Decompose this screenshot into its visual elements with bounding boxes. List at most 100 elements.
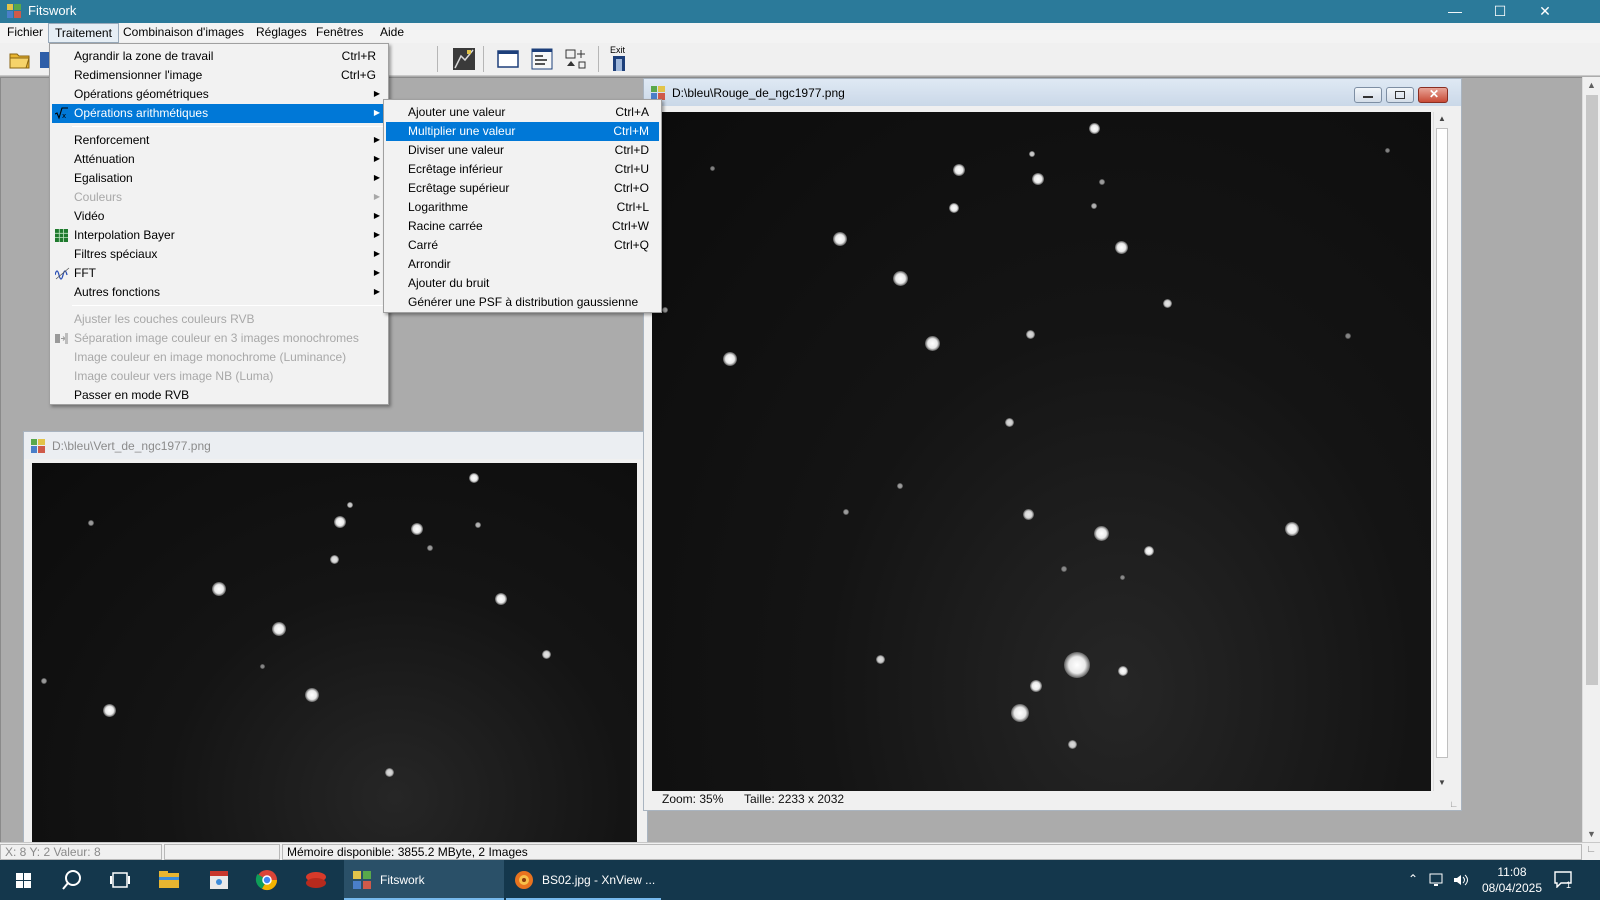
traitement-item-video[interactable]: Vidéo ▶	[52, 207, 386, 226]
windows-start-icon[interactable]	[10, 860, 38, 900]
scroll-up-arrow-icon[interactable]: ▲	[1438, 114, 1446, 123]
scroll-down-arrow-icon[interactable]: ▼	[1438, 778, 1446, 787]
traitement-item-agrandir-la-zone-de-travail[interactable]: Agrandir la zone de travail Ctrl+R	[52, 47, 386, 66]
arith-item-multiplier-une-valeur[interactable]: Multiplier une valeur Ctrl+M	[386, 122, 659, 141]
rouge-image-window[interactable]: D:\bleu\Rouge_de_ngc1977.png ✕ ▲ ▼ Zoom:…	[643, 78, 1462, 811]
menu-item-label: Arrondir	[408, 257, 451, 271]
volume-icon[interactable]	[1452, 872, 1470, 888]
rouge-star-image[interactable]	[652, 112, 1431, 791]
menu-traitement[interactable]: Traitement	[48, 23, 119, 43]
workspace-vertical-scrollbar[interactable]: ▲ ▼	[1582, 77, 1600, 842]
arith-item-ecretage-superieur[interactable]: Ecrêtage supérieur Ctrl+O	[386, 179, 659, 198]
child-close-button[interactable]: ✕	[1418, 87, 1448, 103]
menu-item-label: Egalisation	[74, 171, 133, 185]
traitement-item-redimensionner-l-image[interactable]: Redimensionner l'image Ctrl+G	[52, 66, 386, 85]
arith-item-arrondir[interactable]: Arrondir	[386, 255, 659, 274]
scrollbar-thumb[interactable]	[1436, 128, 1448, 758]
traitement-item-ajuster-les-couches-couleurs-rvb: Ajuster les couches couleurs RVB	[52, 310, 386, 329]
vert-image-window[interactable]: D:\bleu\Vert_de_ngc1977.png	[23, 431, 648, 856]
status-bar: X: 8 Y: 2 Valeur: 8 Mémoire disponible: …	[0, 842, 1600, 860]
scroll-down-arrow-icon[interactable]: ▼	[1587, 829, 1596, 839]
star-point	[1029, 151, 1035, 157]
arith-item-ajouter-une-valeur[interactable]: Ajouter une valeur Ctrl+A	[386, 103, 659, 122]
arith-item-diviser-une-valeur[interactable]: Diviser une valeur Ctrl+D	[386, 141, 659, 160]
status-blank-panel	[164, 844, 280, 860]
notification-center-button[interactable]: 1	[1552, 868, 1576, 892]
scroll-up-arrow-icon[interactable]: ▲	[1587, 80, 1596, 90]
single-window-icon[interactable]	[495, 46, 521, 72]
traitement-item-filtres-speciaux[interactable]: Filtres spéciaux ▶	[52, 245, 386, 264]
arith-item-generer-une-psf-a-distribution-gaussienne[interactable]: Générer une PSF à distribution gaussienn…	[386, 293, 659, 312]
arith-item-carre[interactable]: Carré Ctrl+Q	[386, 236, 659, 255]
arith-item-racine-carree[interactable]: Racine carrée Ctrl+W	[386, 217, 659, 236]
red-app-icon[interactable]	[302, 860, 330, 900]
calendar-app-icon[interactable]	[205, 860, 233, 900]
open-folder-icon[interactable]	[7, 46, 33, 72]
chrome-icon[interactable]	[253, 860, 281, 900]
fft-wave-icon	[54, 267, 70, 280]
scrollbar-thumb[interactable]	[1586, 95, 1598, 685]
traitement-item-interpolation-bayer[interactable]: Interpolation Bayer ▶	[52, 226, 386, 245]
menu-item-label: Diviser une valeur	[408, 143, 505, 157]
menu-reglages[interactable]: Réglages	[250, 23, 313, 43]
menu-item-shortcut: Ctrl+G	[340, 68, 376, 82]
vert-window-title-bar[interactable]: D:\bleu\Vert_de_ngc1977.png	[24, 432, 647, 459]
menu-item-label: Image couleur en image monochrome (Lumin…	[74, 350, 347, 364]
histogram-icon[interactable]	[451, 46, 477, 72]
traitement-item-passer-en-mode-rvb[interactable]: Passer en mode RVB	[52, 386, 386, 405]
star-point	[1099, 179, 1105, 185]
task-view-icon[interactable]	[106, 860, 134, 900]
file-explorer-icon[interactable]	[155, 860, 183, 900]
menu-item-label: Ajouter du bruit	[408, 276, 490, 290]
menu-item-shortcut: Ctrl+A	[615, 105, 649, 119]
vert-star-image[interactable]	[32, 463, 637, 856]
star-point	[1067, 739, 1077, 749]
menu-item-label: Interpolation Bayer	[74, 228, 175, 242]
arith-item-logarithme[interactable]: Logarithme Ctrl+L	[386, 198, 659, 217]
arith-item-ajouter-du-bruit[interactable]: Ajouter du bruit	[386, 274, 659, 293]
menu-fichier[interactable]: Fichier	[1, 23, 49, 43]
app-title: Fitswork	[28, 3, 77, 18]
menu-item-label: Ajuster les couches couleurs RVB	[74, 312, 255, 326]
traitement-item-operations-geometriques[interactable]: Opérations géométriques ▶	[52, 85, 386, 104]
traitement-item-renforcement[interactable]: Renforcement ▶	[52, 131, 386, 150]
minimize-button[interactable]: —	[1432, 0, 1478, 23]
star-point	[469, 473, 479, 483]
star-point	[305, 688, 319, 702]
taskbar-fitswork[interactable]: Fitswork	[344, 860, 504, 900]
xnview-app-icon	[515, 871, 533, 889]
close-icon: ✕	[1428, 87, 1440, 101]
traitement-item-fft[interactable]: FFT ▶	[52, 264, 386, 283]
network-icon[interactable]	[1428, 872, 1446, 888]
resize-grip-icon[interactable]: ∟	[1449, 799, 1458, 809]
traitement-item-attenuation[interactable]: Atténuation ▶	[52, 150, 386, 169]
menu-aide[interactable]: Aide	[374, 23, 410, 43]
menu-fenetres[interactable]: Fenêtres	[310, 23, 369, 43]
traitement-menu: Agrandir la zone de travail Ctrl+R Redimen…	[49, 43, 389, 405]
menu-item-shortcut: Ctrl+O	[613, 181, 649, 195]
close-button[interactable]: ✕	[1522, 0, 1568, 23]
exit-button[interactable]: Exit	[607, 45, 633, 72]
taskbar-xnview[interactable]: BS02.jpg - XnView ...	[506, 860, 661, 900]
system-clock[interactable]: 11:08 08/04/2025	[1482, 864, 1542, 896]
child-restore-button[interactable]	[1386, 87, 1414, 103]
star-point	[1011, 704, 1029, 722]
show-hidden-icons-chevron-icon[interactable]: ⌃	[1408, 872, 1418, 886]
traitement-item-operations-arithmetiques[interactable]: x Opérations arithmétiques ▶	[52, 104, 386, 123]
image-info-icon[interactable]	[529, 46, 555, 72]
star-point	[1004, 417, 1014, 427]
traitement-item-egalisation[interactable]: Egalisation ▶	[52, 169, 386, 188]
rouge-window-title-bar[interactable]: D:\bleu\Rouge_de_ngc1977.png ✕	[644, 79, 1461, 106]
maximize-button[interactable]: ☐	[1477, 0, 1523, 23]
transform-tools-icon[interactable]	[563, 46, 589, 72]
rouge-image-vertical-scrollbar[interactable]: ▲ ▼	[1433, 112, 1450, 791]
menu-item-shortcut: Ctrl+Q	[613, 238, 649, 252]
traitement-item-autres-fonctions[interactable]: Autres fonctions ▶	[52, 283, 386, 302]
child-minimize-button[interactable]	[1354, 87, 1382, 103]
arith-item-ecretage-inferieur[interactable]: Ecrêtage inférieur Ctrl+U	[386, 160, 659, 179]
star-point	[949, 203, 959, 213]
vert-window-title: D:\bleu\Vert_de_ngc1977.png	[52, 439, 211, 453]
status-resize-grip-icon[interactable]: ∟	[1586, 844, 1596, 855]
menu-combinaison-images[interactable]: Combinaison d'images	[117, 23, 250, 43]
search-icon[interactable]	[58, 860, 86, 900]
